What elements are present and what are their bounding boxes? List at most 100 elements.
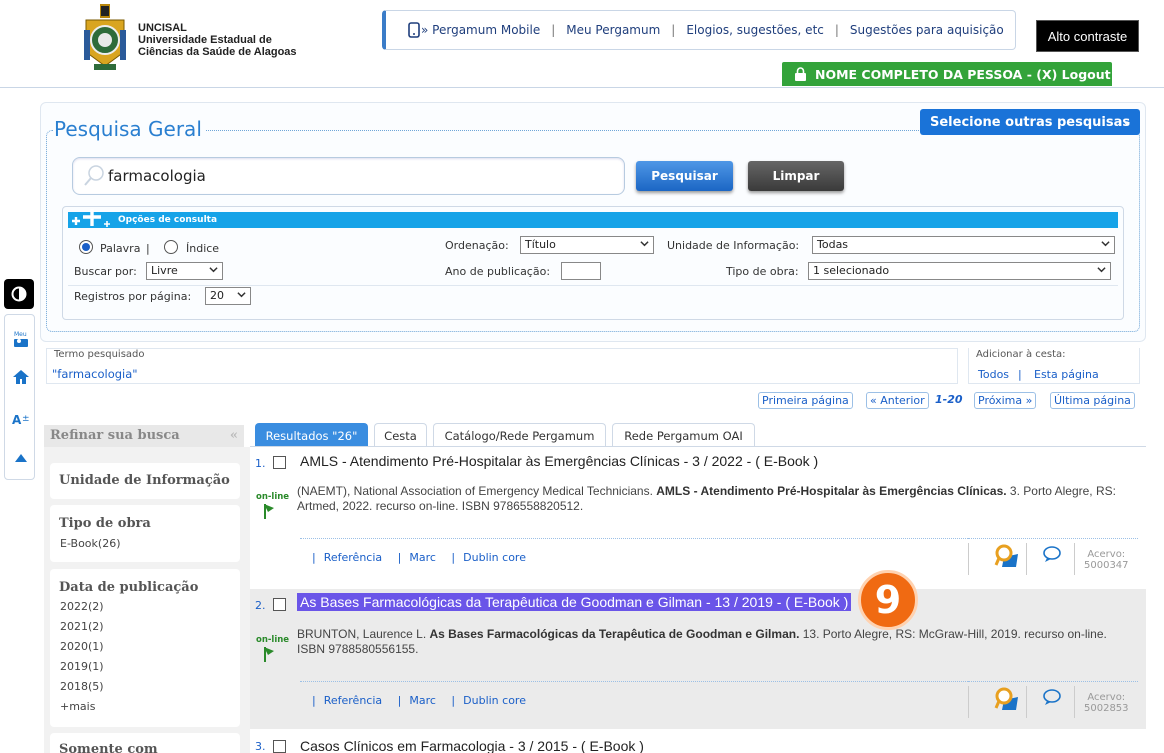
locate-map-icon[interactable] (994, 686, 1020, 712)
query-options-header[interactable]: Opções de consulta (68, 212, 1118, 228)
font-size-icon[interactable]: A ± (5, 411, 36, 427)
nav-sugestoes-aquisicao[interactable]: Sugestões para aquisição (850, 23, 1004, 37)
facet-data-item[interactable]: 2020(1) (60, 640, 104, 653)
referencia-link[interactable]: Referência (324, 694, 382, 707)
refine-title-text: Refinar sua busca (50, 428, 180, 443)
ordenacao-select[interactable]: Título (520, 236, 654, 254)
result-checkbox[interactable] (273, 598, 286, 611)
marc-link[interactable]: Marc (409, 694, 436, 707)
tab-rede-oai[interactable]: Rede Pergamum OAI (612, 423, 755, 447)
last-page-link[interactable]: Última página (1050, 392, 1135, 409)
acervo-label: Acervo: (1087, 692, 1126, 703)
facet-data-item[interactable]: 2019(1) (60, 660, 104, 673)
result-tools: Acervo: 5000347 (968, 538, 1138, 578)
result-checkbox[interactable] (273, 740, 286, 753)
online-book-icon[interactable] (262, 645, 276, 663)
acervo-value: 5000347 (1084, 560, 1129, 571)
online-label: on-line (256, 492, 290, 502)
unidade-label: Unidade de Informação: (667, 239, 800, 252)
result-author: BRUNTON, Laurence L. (297, 627, 430, 641)
high-contrast-button[interactable]: Alto contraste (1036, 20, 1139, 52)
institution-name-1: Universidade Estadual de (138, 34, 272, 46)
result-links: | Referência | Marc | Dublin core (300, 538, 968, 578)
add-to-basket-label: Adicionar à cesta: (976, 349, 1066, 360)
radio-palavra-label: Palavra (100, 242, 141, 255)
dublin-core-link[interactable]: Dublin core (463, 694, 526, 707)
locate-map-icon[interactable] (994, 543, 1020, 569)
basket-page-link[interactable]: Esta página (1034, 368, 1099, 381)
institution-logo[interactable]: UNCISAL Universidade Estadual de Ciência… (78, 2, 318, 76)
chevron-down-icon (1101, 241, 1110, 247)
unidade-select[interactable]: Todas (812, 236, 1115, 254)
online-book-icon[interactable] (262, 502, 276, 520)
chevron-down-icon (209, 267, 218, 273)
plus-icon (70, 209, 114, 231)
result-title[interactable]: As Bases Farmacológicas da Terapêutica d… (297, 593, 852, 611)
marc-link[interactable]: Marc (409, 551, 436, 564)
facet-unidade-title: Unidade de Informação (59, 473, 230, 488)
clear-button[interactable]: Limpar (748, 161, 844, 191)
registros-select[interactable]: 20 (205, 287, 251, 305)
result-title[interactable]: Casos Clínicos em Farmacologia - 3 / 201… (300, 738, 644, 753)
basket-all-link[interactable]: Todos (978, 368, 1009, 381)
radio-palavra[interactable] (79, 240, 93, 254)
tipo-obra-select[interactable]: 1 selecionado (808, 262, 1111, 280)
acervo-value: 5002853 (1084, 703, 1129, 714)
buscar-por-value: Livre (151, 264, 178, 277)
tab-catalogo[interactable]: Catálogo/Rede Pergamum (433, 423, 606, 447)
prev-page-link[interactable]: « Anterior (866, 392, 929, 409)
collapse-icon[interactable]: « (230, 425, 238, 447)
user-logout-bar[interactable]: NOME COMPLETO DA PESSOA - (X) Logout (782, 62, 1112, 86)
radio-indice[interactable] (164, 240, 178, 254)
svg-text:±: ± (22, 414, 30, 424)
facet-data-item[interactable]: 2018(5) (60, 680, 104, 693)
query-options-title: Opções de consulta (118, 215, 218, 225)
buscar-por-label: Buscar por: (74, 265, 137, 278)
search-term-label: Termo pesquisado (54, 349, 145, 360)
facet-data-item[interactable]: 2021(2) (60, 620, 104, 633)
facet-tipo-ebook[interactable]: E-Book(26) (60, 537, 120, 550)
facet-somente-title: Somente com (59, 742, 158, 753)
comment-icon[interactable] (1042, 688, 1062, 706)
tab-cesta[interactable]: Cesta (374, 423, 427, 447)
facet-unidade[interactable]: Unidade de Informação (50, 463, 240, 499)
nav-pergamum-mobile[interactable]: » Pergamum Mobile (421, 23, 540, 37)
other-searches-dropdown[interactable]: Selecione outras pesquisas ⌄ (920, 109, 1140, 135)
result-tools: Acervo: 5002853 (968, 681, 1138, 721)
chevron-down-icon: ⌄ (1121, 114, 1132, 128)
search-button[interactable]: Pesquisar (636, 161, 733, 191)
top-nav: » Pergamum Mobile | Meu Pergamum | Elogi… (382, 10, 1016, 50)
result-number: 2. (255, 599, 266, 612)
user-name-logout[interactable]: NOME COMPLETO DA PESSOA - (X) Logout (815, 67, 1111, 82)
buscar-por-select[interactable]: Livre (146, 262, 223, 280)
contrast-icon[interactable] (4, 279, 34, 309)
dublin-core-link[interactable]: Dublin core (463, 551, 526, 564)
result-item: 1. AMLS - Atendimento Pré-Hospitalar às … (250, 447, 1146, 587)
step-badge: 9 (858, 570, 918, 630)
chevron-down-icon (237, 292, 246, 298)
options-divider (68, 285, 1118, 286)
home-icon[interactable] (5, 369, 36, 385)
facet-data-item[interactable]: 2022(2) (60, 600, 104, 613)
meu-pergamum-icon[interactable]: Meu (5, 329, 36, 349)
comment-icon[interactable] (1042, 545, 1062, 563)
next-page-link[interactable]: Próxima » (974, 392, 1037, 409)
chevron-down-icon (1097, 267, 1106, 273)
result-checkbox[interactable] (273, 456, 286, 469)
nav-elogios[interactable]: Elogios, sugestões, etc (686, 23, 824, 37)
scroll-top-icon[interactable] (5, 453, 36, 463)
registros-value: 20 (210, 289, 224, 302)
facet-data-more[interactable]: +mais (60, 700, 95, 713)
tab-resultados[interactable]: Resultados "26" (255, 423, 368, 447)
search-input[interactable]: farmacologia (72, 157, 625, 195)
facet-tipo-title: Tipo de obra (59, 516, 151, 531)
nav-meu-pergamum[interactable]: Meu Pergamum (566, 23, 660, 37)
result-number: 1. (255, 457, 266, 470)
referencia-link[interactable]: Referência (324, 551, 382, 564)
result-title[interactable]: AMLS - Atendimento Pré-Hospitalar às Eme… (300, 453, 818, 469)
first-page-link[interactable]: Primeira página (758, 392, 853, 409)
search-term-box (46, 348, 958, 384)
facet-data: Data de publicação 2022(2) 2021(2) 2020(… (50, 569, 240, 727)
institution-name-2: Ciências da Saúde de Alagoas (138, 46, 297, 58)
ano-input[interactable] (561, 262, 601, 280)
